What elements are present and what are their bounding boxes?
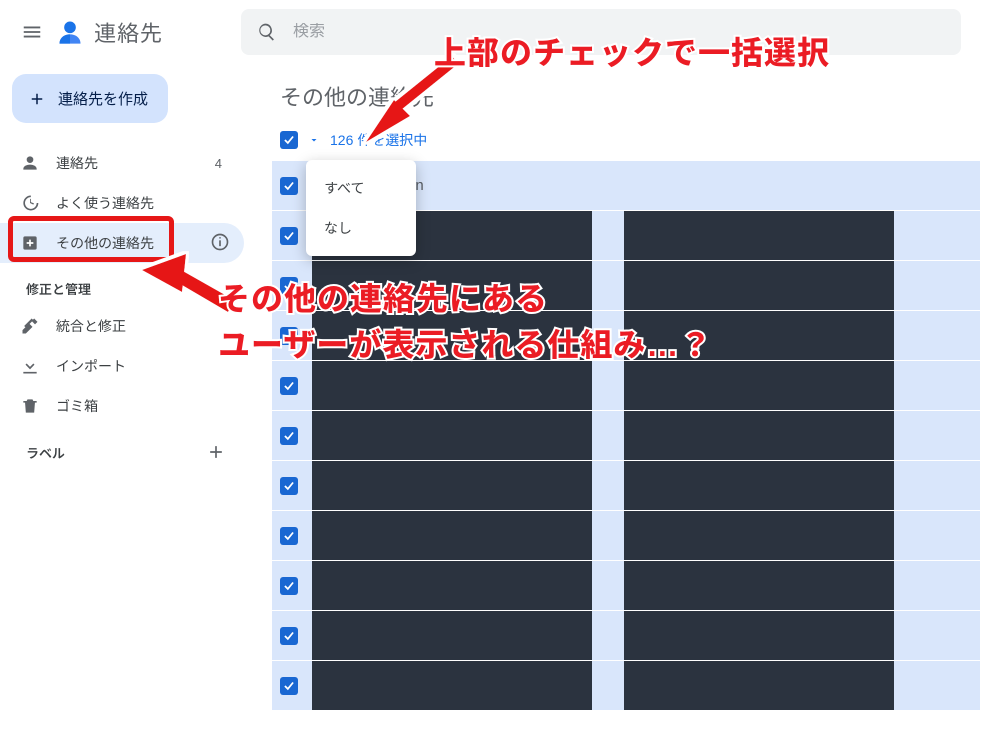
contact-row[interactable] <box>272 660 980 710</box>
redacted-email <box>624 661 894 710</box>
row-checkbox[interactable] <box>280 377 298 395</box>
sidebar-item-contacts[interactable]: 連絡先 4 <box>0 143 244 183</box>
sidebar-item-import[interactable]: インポート <box>0 346 244 386</box>
redacted-name <box>312 661 592 710</box>
row-checkbox[interactable] <box>280 477 298 495</box>
check-icon <box>282 529 296 543</box>
check-icon <box>282 429 296 443</box>
sidebar-item-label: インポート <box>56 356 126 376</box>
redacted-name <box>312 411 592 460</box>
selection-dropdown-caret[interactable] <box>308 134 320 146</box>
check-icon <box>282 229 296 243</box>
hamburger-icon <box>21 21 43 43</box>
row-checkbox[interactable] <box>280 177 298 195</box>
fix-manage-header: 修正と管理 <box>6 263 244 306</box>
contact-row[interactable] <box>272 510 980 560</box>
plus-icon <box>28 90 46 108</box>
sidebar-item-other-contacts[interactable]: その他の連絡先 <box>0 223 244 263</box>
page-title: その他の連絡先 <box>280 80 980 112</box>
download-icon <box>20 356 40 376</box>
create-contact-label: 連絡先を作成 <box>58 88 148 109</box>
history-icon <box>20 193 40 213</box>
sidebar-item-merge-fix[interactable]: 統合と修正 <box>0 306 244 346</box>
redacted-name <box>312 511 592 560</box>
check-icon <box>282 379 296 393</box>
redacted-email <box>624 611 894 660</box>
annotation-text-mid: その他の連絡先にある ユーザーが表示される仕組み…？ <box>218 276 712 369</box>
contact-row[interactable] <box>272 610 980 660</box>
row-checkbox[interactable] <box>280 427 298 445</box>
redacted-name <box>312 561 592 610</box>
check-icon <box>282 179 296 193</box>
row-checkbox[interactable] <box>280 627 298 645</box>
plus-icon <box>206 442 226 462</box>
contacts-logo-icon <box>56 18 84 46</box>
caret-down-icon <box>308 134 320 146</box>
sidebar-item-label: 統合と修正 <box>56 316 126 336</box>
select-all-checkbox[interactable] <box>280 131 298 149</box>
search-icon <box>257 22 277 42</box>
check-icon <box>282 629 296 643</box>
redacted-email <box>624 411 894 460</box>
check-icon <box>282 479 296 493</box>
selection-count-text: 126 件を選択中 <box>330 130 427 150</box>
row-checkbox[interactable] <box>280 527 298 545</box>
sidebar-item-trash[interactable]: ゴミ箱 <box>0 386 244 426</box>
sidebar-item-label: ゴミ箱 <box>56 396 98 416</box>
row-checkbox[interactable] <box>280 227 298 245</box>
selection-dropdown-menu: すべて なし <box>306 160 416 256</box>
annotation-text-top: 上部のチェックで一括選択 <box>434 30 830 76</box>
check-icon <box>282 679 296 693</box>
sidebar-item-label: 連絡先 <box>56 153 98 173</box>
app-title: 連絡先 <box>94 16 163 48</box>
selection-menu-all[interactable]: すべて <box>306 168 416 208</box>
contact-row[interactable] <box>272 410 980 460</box>
redacted-name <box>312 611 592 660</box>
tools-icon <box>20 316 40 336</box>
check-icon <box>282 133 296 147</box>
selection-menu-none[interactable]: なし <box>306 208 416 248</box>
contacts-count: 4 <box>215 156 230 171</box>
trash-icon <box>20 396 40 416</box>
sidebar-item-frequent[interactable]: よく使う連絡先 <box>0 183 244 223</box>
redacted-email <box>624 461 894 510</box>
person-icon <box>20 153 40 173</box>
check-icon <box>282 579 296 593</box>
redacted-email <box>624 211 894 260</box>
hamburger-menu-button[interactable] <box>12 12 52 52</box>
create-contact-button[interactable]: 連絡先を作成 <box>12 74 168 123</box>
contact-row[interactable] <box>272 460 980 510</box>
redacted-email <box>624 511 894 560</box>
row-checkbox[interactable] <box>280 677 298 695</box>
row-checkbox[interactable] <box>280 577 298 595</box>
info-icon[interactable] <box>210 232 230 255</box>
sidebar-item-label: よく使う連絡先 <box>56 193 154 213</box>
sidebar-item-label: その他の連絡先 <box>56 233 154 253</box>
labels-header: ラベル <box>6 426 244 470</box>
redacted-name <box>312 461 592 510</box>
contact-row[interactable] <box>272 560 980 610</box>
other-contacts-icon <box>20 233 40 253</box>
redacted-email <box>624 561 894 610</box>
add-label-button[interactable] <box>206 442 226 462</box>
